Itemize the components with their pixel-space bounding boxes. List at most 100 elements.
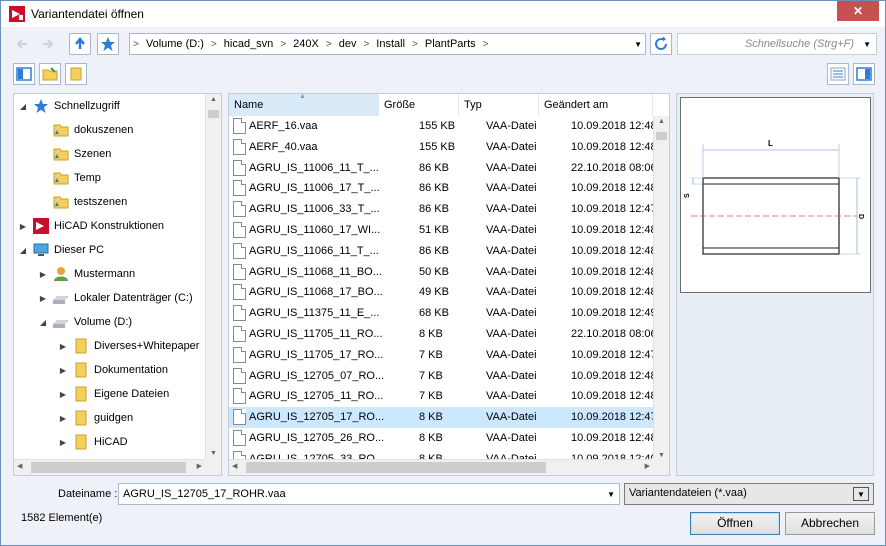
chevron-down-icon[interactable]: ▼ [634,40,642,49]
column-header-type[interactable]: Typ [459,94,539,116]
column-header-name[interactable]: Name ▲ [229,94,379,116]
column-header-modified[interactable]: Geändert am [539,94,653,116]
scroll-left-icon[interactable]: ◀ [232,462,237,470]
file-modified: 10.09.2018 12:48 [571,369,657,382]
table-row[interactable]: AGRU_IS_11068_17_BO... 49 KB VAA-Datei 10.0… [229,282,657,303]
tree-item-guidgen[interactable]: ▶ guidgen [58,406,133,430]
new-folder-button[interactable] [39,63,61,85]
table-row[interactable]: AGRU_IS_11375_11_E_... 68 KB VAA-Datei 10.0… [229,303,657,324]
view-mode-button[interactable] [827,63,849,85]
tree-item-dokuszenen[interactable]: dokuszenen [38,118,133,142]
open-button[interactable]: Öffnen [690,512,780,535]
tree-horizontal-scrollbar[interactable]: ◀ ▶ [14,459,205,475]
scroll-right-icon[interactable]: ▶ [197,462,202,470]
table-row[interactable]: AGRU_IS_12705_07_RO... 7 KB VAA-Datei 10.09… [229,366,657,387]
chevron-down-icon[interactable]: ▼ [863,40,871,49]
tree-item-mustermann[interactable]: ▶ Mustermann [38,262,135,286]
tree-item-temp[interactable]: Temp [38,166,101,190]
list-horizontal-scrollbar[interactable]: ◀ ▶ [229,459,653,475]
tree-item-hicad[interactable]: ▶ HiCAD [58,430,128,454]
chevron-down-icon[interactable]: ▼ [607,490,615,499]
file-name: AERF_16.vaa [249,120,318,132]
breadcrumb-item[interactable]: dev [335,38,361,50]
table-row[interactable]: AGRU_IS_11066_11_T_... 86 KB VAA-Datei 10.0… [229,241,657,262]
preview-image: L S D [680,97,871,293]
scroll-up-icon[interactable]: ▲ [210,96,217,103]
file-name: AGRU_IS_11006_33_T_... [249,203,380,216]
scroll-down-icon[interactable]: ▼ [210,450,217,457]
table-row[interactable]: AGRU_IS_12705_26_RO... 8 KB VAA-Datei 10.09… [229,428,657,449]
forward-button[interactable] [37,33,59,55]
tree-item-diverses[interactable]: ▶ Diverses+Whitepaper [58,334,199,358]
scroll-thumb[interactable] [31,462,186,473]
toggle-navigation-pane-button[interactable] [13,63,35,85]
breadcrumb-item[interactable]: hicad_svn [220,38,278,50]
collapsed-arrow-icon[interactable]: ▶ [58,414,68,423]
breadcrumb-item[interactable]: 240X [289,38,323,50]
expanded-arrow-icon[interactable]: ◢ [38,318,48,327]
scroll-thumb[interactable] [208,110,219,118]
file-type: VAA-Datei [486,286,537,299]
close-button[interactable]: ✕ [837,1,879,21]
refresh-button[interactable] [650,33,672,55]
table-row[interactable]: AGRU_IS_12705_11_RO... 7 KB VAA-Datei 10.09… [229,386,657,407]
tree-item-szenen[interactable]: Szenen [38,142,111,166]
tree-item-eigene-dateien[interactable]: ▶ Eigene Dateien [58,382,169,406]
scroll-thumb[interactable] [656,132,667,140]
breadcrumb-item[interactable]: PlantParts [421,38,480,50]
table-row[interactable]: AGRU_IS_11705_17_RO... 7 KB VAA-Datei 10.09… [229,345,657,366]
quick-access-button[interactable] [97,33,119,55]
table-row[interactable]: AGRU_IS_11705_11_RO... 8 KB VAA-Datei 22.10… [229,324,657,345]
tree-item-hicad-konstruktionen[interactable]: ▶ HiCAD Konstruktionen [18,214,164,238]
collapsed-arrow-icon[interactable]: ▶ [58,390,68,399]
table-row[interactable]: AGRU_IS_11006_17_T_... 86 KB VAA-Datei 10.0… [229,178,657,199]
collapsed-arrow-icon[interactable]: ▶ [38,294,48,303]
table-row[interactable]: AGRU_IS_11060_17_WI... 51 KB VAA-Datei 10.0… [229,220,657,241]
tree-item-label: guidgen [94,412,134,424]
back-button[interactable] [11,33,33,55]
expanded-arrow-icon[interactable]: ◢ [18,246,28,255]
collapsed-arrow-icon[interactable]: ▶ [38,270,48,279]
tree-item-volume-d[interactable]: ◢ Volume (D:) [38,310,132,334]
collapsed-arrow-icon[interactable]: ▶ [58,366,68,375]
tree-vertical-scrollbar[interactable]: ▲ ▼ [205,94,221,459]
table-row[interactable]: AERF_16.vaa 155 KB VAA-Datei 10.09.2018 12:… [229,116,657,137]
tree-item-lokaler-datentraeger[interactable]: ▶ Lokaler Datenträger (C:) [38,286,193,310]
collapsed-arrow-icon[interactable]: ▶ [58,342,68,351]
column-header-size[interactable]: Größe [379,94,459,116]
address-bar[interactable]: > Volume (D:) > hicad_svn > 240X > dev >… [129,33,646,55]
tree-item-dokumentation[interactable]: ▶ Dokumentation [58,358,168,382]
tree-item-label: Schnellzugriff [54,100,120,112]
title-bar: Variantendatei öffnen ✕ [1,1,885,27]
breadcrumb-item[interactable]: Install [372,38,409,50]
scroll-up-icon[interactable]: ▲ [658,118,665,125]
tree-item-testszenen[interactable]: testszenen [38,190,127,214]
scroll-right-icon[interactable]: ▶ [645,462,650,470]
panel-right-icon [856,67,872,81]
tree-item-quick-access[interactable]: ◢ Schnellzugriff [18,94,120,118]
filename-input[interactable]: AGRU_IS_12705_17_ROHR.vaa ▼ [118,483,620,505]
table-row[interactable]: AERF_40.vaa 155 KB VAA-Datei 10.09.2018 12:… [229,137,657,158]
expanded-arrow-icon[interactable]: ◢ [18,102,28,111]
toggle-preview-pane-button[interactable] [853,63,875,85]
table-row[interactable]: AGRU_IS_11006_33_T_... 86 KB VAA-Datei 10.0… [229,199,657,220]
folder-button[interactable] [65,63,87,85]
table-row[interactable]: AGRU_IS_12705_17_RO... 8 KB VAA-Datei 10.09… [229,407,657,429]
scroll-left-icon[interactable]: ◀ [17,462,22,470]
table-row[interactable]: AGRU_IS_11068_11_BO... 50 KB VAA-Datei 10.0… [229,262,657,283]
table-row[interactable]: AGRU_IS_11006_11_T_... 86 KB VAA-Datei 22.1… [229,158,657,179]
breadcrumb-item[interactable]: Volume (D:) [142,38,208,50]
chevron-down-icon[interactable]: ▼ [853,487,869,501]
up-button[interactable] [69,33,91,55]
file-modified: 22.10.2018 08:06 [571,161,657,174]
collapsed-arrow-icon[interactable]: ▶ [18,222,28,231]
cancel-button[interactable]: Abbrechen [785,512,875,535]
search-input[interactable]: Schnellsuche (Strg+F) ▼ [677,33,877,55]
collapsed-arrow-icon[interactable]: ▶ [58,438,68,447]
file-type-filter[interactable]: Variantendateien (*.vaa) ▼ [624,483,874,505]
file-size: 8 KB [419,328,443,340]
tree-item-label: Mustermann [74,268,136,280]
tree-item-dieser-pc[interactable]: ◢ Dieser PC [18,238,104,262]
scroll-thumb[interactable] [246,462,546,473]
list-vertical-scrollbar[interactable]: ▲ ▼ [653,116,669,461]
